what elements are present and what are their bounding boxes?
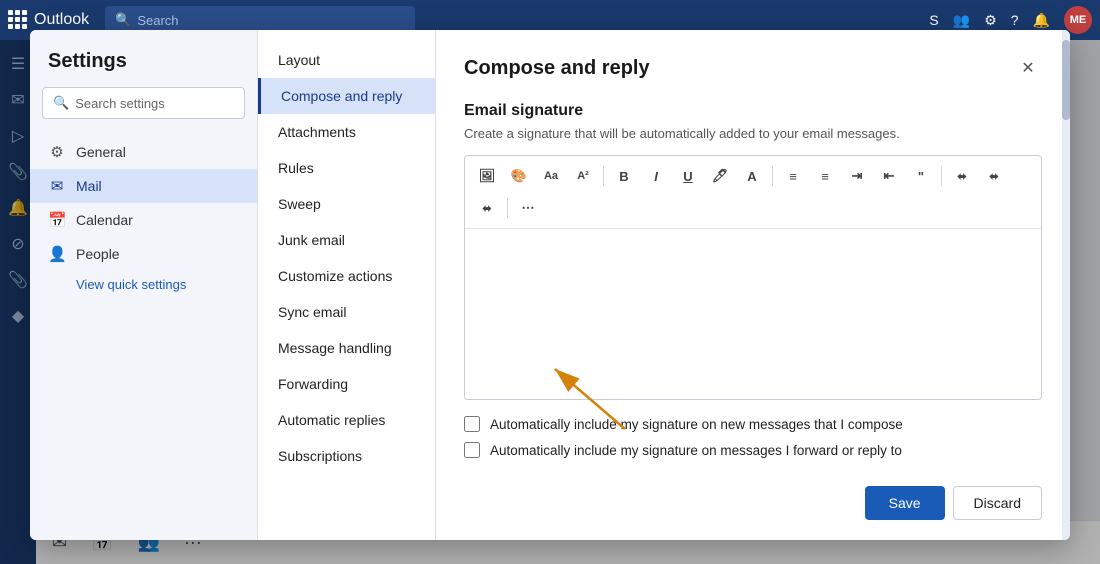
search-settings-icon: 🔍: [53, 95, 69, 111]
menu-layout[interactable]: Layout: [258, 42, 435, 78]
nav-item-general[interactable]: ⚙ General: [30, 135, 257, 169]
toolbar-bold-btn[interactable]: B: [610, 162, 638, 190]
toolbar-align-left-btn[interactable]: ≡: [779, 162, 807, 190]
nav-item-people[interactable]: 👤 People: [30, 237, 257, 271]
section-desc: Create a signature that will be automati…: [464, 126, 1042, 141]
app-logo: Outlook: [8, 10, 89, 30]
nav-calendar-label: Calendar: [76, 212, 133, 228]
discard-button[interactable]: Discard: [953, 486, 1042, 520]
menu-forwarding[interactable]: Forwarding: [258, 366, 435, 402]
toolbar-italic-btn[interactable]: I: [642, 162, 670, 190]
nav-item-calendar[interactable]: 📅 Calendar: [30, 203, 257, 237]
menu-compose-reply[interactable]: Compose and reply: [258, 78, 435, 114]
menu-automatic-replies[interactable]: Automatic replies: [258, 402, 435, 438]
menu-sync-email[interactable]: Sync email: [258, 294, 435, 330]
settings-icon[interactable]: ⚙: [984, 12, 997, 29]
menu-customize-actions[interactable]: Customize actions: [258, 258, 435, 294]
signature-editor: 🖼 🎨 Aa A² B I U 🖊 A ≡ ≡ ⇥ ⇤ " ⬌ ⬌ ⬌: [464, 155, 1042, 400]
save-button[interactable]: Save: [865, 486, 945, 520]
panel-title: Compose and reply: [464, 57, 650, 80]
help-icon[interactable]: ?: [1011, 12, 1019, 28]
menu-junk-email[interactable]: Junk email: [258, 222, 435, 258]
settings-nav: ⚙ General ✉ Mail 📅 Calendar 👤 People Vie…: [30, 135, 257, 298]
toolbar-align-r-btn[interactable]: ⬌: [473, 194, 501, 222]
nav-general-label: General: [76, 144, 126, 160]
section-title: Email signature: [464, 102, 1042, 120]
menu-rules[interactable]: Rules: [258, 150, 435, 186]
settings-title: Settings: [30, 50, 257, 87]
menu-attachments[interactable]: Attachments: [258, 114, 435, 150]
settings-right-panel: Compose and reply ✕ Email signature Crea…: [436, 30, 1070, 540]
checkbox-new-messages[interactable]: [464, 416, 480, 432]
nav-item-mail[interactable]: ✉ Mail: [30, 169, 257, 203]
search-settings-input[interactable]: 🔍 Search settings: [42, 87, 245, 119]
skype-icon[interactable]: S: [929, 12, 938, 28]
search-icon: 🔍: [115, 12, 131, 28]
toolbar-sep-2: [772, 166, 773, 186]
toolbar-format-btn[interactable]: 🎨: [505, 162, 533, 190]
panel-header: Compose and reply ✕: [464, 54, 1042, 82]
people-nav-icon: 👤: [48, 245, 66, 263]
toolbar-sep-1: [603, 166, 604, 186]
arrow-annotation: [525, 349, 645, 449]
toolbar-outdent-btn[interactable]: ⇤: [875, 162, 903, 190]
checkbox2-label: Automatically include my signature on me…: [490, 443, 902, 458]
scroll-indicator[interactable]: [1062, 30, 1070, 540]
nav-people-label: People: [76, 246, 120, 262]
menu-subscriptions[interactable]: Subscriptions: [258, 438, 435, 474]
toolbar-underline-btn[interactable]: U: [674, 162, 702, 190]
toolbar-sep-4: [507, 198, 508, 218]
toolbar-align-c-btn[interactable]: ⬌: [980, 162, 1008, 190]
toolbar-font-color-btn[interactable]: A: [738, 162, 766, 190]
checkbox1-label: Automatically include my signature on ne…: [490, 417, 903, 432]
nav-mail-label: Mail: [76, 178, 102, 194]
settings-middle-panel: Layout Compose and reply Attachments Rul…: [258, 30, 436, 540]
settings-modal: Settings 🔍 Search settings ⚙ General ✉ M…: [30, 30, 1070, 540]
mail-icon: ✉: [48, 177, 66, 195]
toolbar-superscript-btn[interactable]: A²: [569, 162, 597, 190]
view-quick-settings-link[interactable]: View quick settings: [30, 271, 257, 298]
toolbar-more-btn[interactable]: ⋯: [514, 194, 542, 222]
notifications-icon[interactable]: 🔔: [1033, 12, 1050, 29]
search-settings-placeholder: Search settings: [75, 96, 165, 111]
menu-message-handling[interactable]: Message handling: [258, 330, 435, 366]
toolbar-list-btn[interactable]: ≡: [811, 162, 839, 190]
menu-sweep[interactable]: Sweep: [258, 186, 435, 222]
toolbar-sep-3: [941, 166, 942, 186]
toolbar-font-size-btn[interactable]: Aa: [537, 162, 565, 190]
people-icon[interactable]: 👥: [953, 12, 970, 29]
toolbar-quote-btn[interactable]: ": [907, 162, 935, 190]
top-search-placeholder: Search: [137, 13, 178, 28]
checkbox-row-2: Automatically include my signature on me…: [464, 442, 1042, 458]
close-button[interactable]: ✕: [1014, 54, 1042, 82]
editor-toolbar: 🖼 🎨 Aa A² B I U 🖊 A ≡ ≡ ⇥ ⇤ " ⬌ ⬌ ⬌: [465, 156, 1041, 229]
app-name: Outlook: [34, 11, 89, 29]
settings-left-panel: Settings 🔍 Search settings ⚙ General ✉ M…: [30, 30, 258, 540]
toolbar-align-l-btn[interactable]: ⬌: [948, 162, 976, 190]
toolbar-indent-btn[interactable]: ⇥: [843, 162, 871, 190]
general-icon: ⚙: [48, 143, 66, 161]
toolbar-image-btn[interactable]: 🖼: [473, 162, 501, 190]
panel-footer: Save Discard: [464, 470, 1042, 520]
scroll-thumb: [1062, 40, 1070, 120]
editor-body[interactable]: [465, 229, 1041, 399]
toolbar-highlight-btn[interactable]: 🖊: [706, 162, 734, 190]
calendar-icon: 📅: [48, 211, 66, 229]
checkbox-row-1: Automatically include my signature on ne…: [464, 416, 1042, 432]
waffle-icon[interactable]: [8, 10, 28, 30]
checkbox-forward-reply[interactable]: [464, 442, 480, 458]
